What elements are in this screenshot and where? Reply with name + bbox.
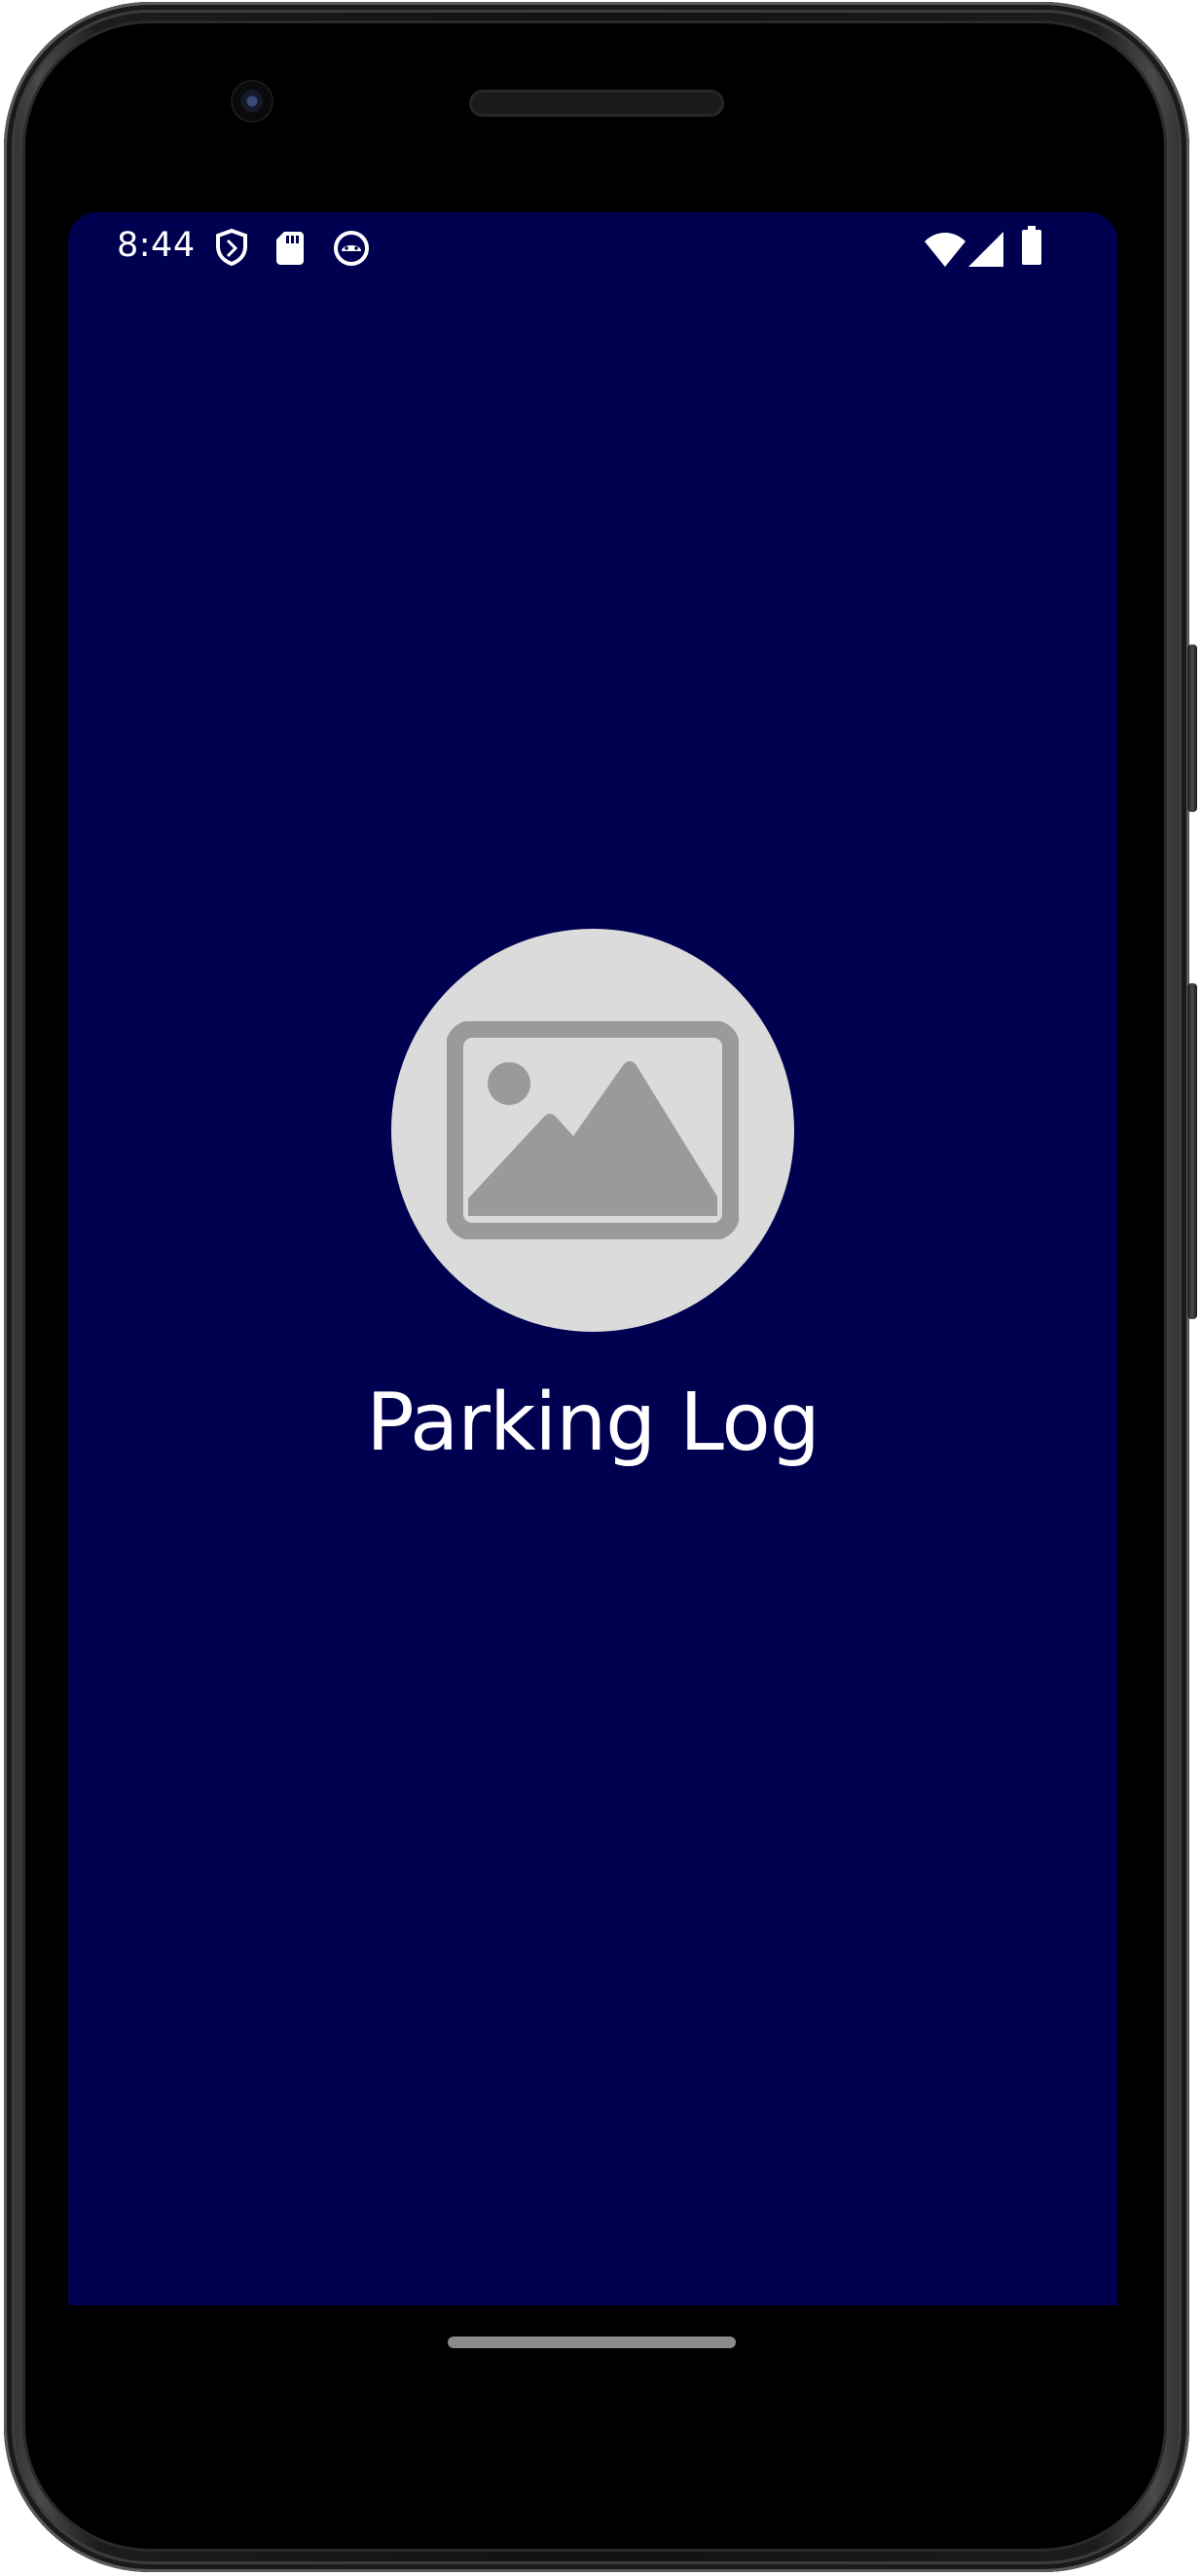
app-logo	[391, 929, 794, 1332]
phone-device: 8:44 Parking Log	[0, 0, 1202, 2576]
status-bar: 8:44	[68, 212, 1117, 282]
power-button	[1187, 644, 1197, 812]
android-debug-icon	[333, 230, 370, 267]
gesture-nav-handle[interactable]	[448, 2337, 736, 2348]
shield-icon	[214, 228, 249, 267]
cell-signal-icon	[968, 232, 1003, 267]
image-placeholder-icon	[447, 1021, 739, 1239]
status-time: 8:44	[117, 226, 196, 265]
front-camera	[233, 82, 272, 121]
wifi-icon	[925, 230, 965, 267]
app-title: Parking Log	[366, 1377, 820, 1469]
earpiece-speaker	[469, 90, 724, 117]
splash-screen: 8:44 Parking Log	[68, 212, 1117, 2305]
battery-icon	[1022, 226, 1041, 265]
volume-button	[1187, 983, 1197, 1319]
sd-card-icon	[276, 232, 304, 265]
